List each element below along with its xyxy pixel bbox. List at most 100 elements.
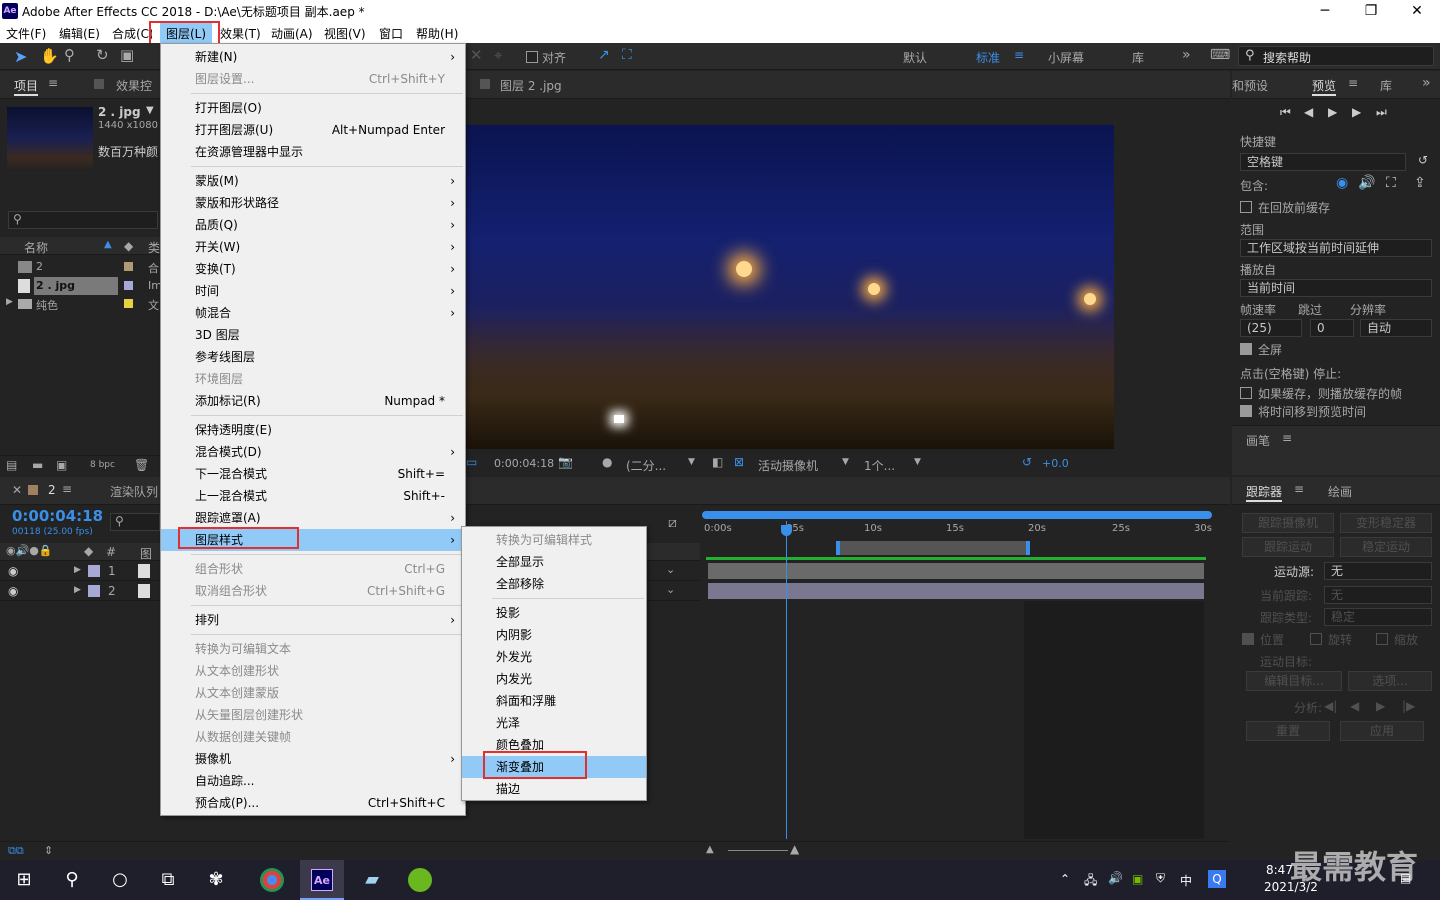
analyze-back-icon[interactable]: ◀|: [1324, 699, 1337, 713]
taskbar-search-icon[interactable]: ⚲: [60, 868, 84, 892]
tab-project[interactable]: 项目: [14, 77, 39, 96]
more-panels-icon[interactable]: »: [1422, 75, 1431, 91]
col-name[interactable]: 名称: [24, 239, 48, 256]
layer-menu-item[interactable]: 添加标记(R) Numpad *: [161, 390, 465, 412]
selection-tool-icon[interactable]: ➤: [14, 47, 27, 66]
play-icon[interactable]: ▶: [1328, 105, 1337, 119]
tab-preview[interactable]: 预览: [1312, 77, 1337, 96]
puppet-tool-icon[interactable]: ✕: [470, 46, 483, 64]
rotate-tool-icon[interactable]: ↻: [96, 46, 109, 64]
layer-style-item[interactable]: 全部显示: [462, 551, 646, 573]
ae-taskbar-button[interactable]: Ae: [300, 860, 344, 900]
minimize-button[interactable]: ─: [1302, 0, 1348, 22]
track-type-dropdown[interactable]: 稳定: [1324, 608, 1432, 626]
apply-button[interactable]: 应用: [1340, 721, 1424, 741]
current-timecode[interactable]: 0:00:04:18: [12, 507, 103, 525]
close-button[interactable]: ✕: [1394, 0, 1440, 22]
visibility-icon[interactable]: ◉: [8, 564, 18, 578]
fps-dropdown[interactable]: (25): [1240, 319, 1302, 337]
channel-icon[interactable]: ●: [602, 455, 612, 469]
layer-menu-item[interactable]: 品质(Q) ›: [161, 214, 465, 236]
warp-stabilizer-button[interactable]: 变形稳定器: [1340, 513, 1432, 533]
reset-exposure-icon[interactable]: ↺: [1022, 455, 1032, 469]
help-search-box[interactable]: ⚲ 搜索帮助: [1238, 46, 1434, 66]
analyze-prev-icon[interactable]: ◀: [1350, 699, 1359, 713]
cortana-icon[interactable]: ○: [108, 868, 132, 892]
layer-menu-item[interactable]: 预合成(P)... Ctrl+Shift+C: [161, 792, 465, 814]
layer-style-item[interactable]: 内阴影: [462, 624, 646, 646]
workspace-small-screen[interactable]: 小屏幕: [1048, 49, 1084, 66]
workspace-default[interactable]: 默认: [903, 49, 927, 66]
menu-composition[interactable]: 合成(C): [112, 25, 152, 42]
zoom-in-icon[interactable]: ▲: [790, 842, 799, 856]
menu-animation[interactable]: 动画(A): [271, 25, 313, 42]
first-frame-icon[interactable]: ⏮: [1280, 105, 1291, 120]
sync-icon[interactable]: ⌨: [1210, 47, 1230, 63]
expand-arrow-icon[interactable]: ▶: [6, 297, 13, 307]
chrome-icon[interactable]: [260, 868, 284, 892]
motion-source-dropdown[interactable]: 无: [1324, 562, 1432, 580]
project-row[interactable]: 2 合: [0, 257, 160, 277]
task-view-icon[interactable]: ⧉: [156, 868, 180, 892]
interpret-footage-icon[interactable]: ▤: [6, 458, 17, 472]
shield-icon[interactable]: ⛨: [1156, 871, 1165, 886]
layer-menu-item[interactable]: 排列 ›: [161, 609, 465, 631]
tab-tracker[interactable]: 跟踪器: [1246, 483, 1283, 502]
menu-edit[interactable]: 编辑(E): [59, 25, 100, 42]
cache-before-checkbox[interactable]: [1240, 201, 1252, 213]
workspace-library[interactable]: 库: [1132, 49, 1144, 66]
track-motion-button[interactable]: 跟踪运动: [1242, 537, 1334, 557]
tab-library[interactable]: 库: [1380, 77, 1392, 94]
timeline-search-input[interactable]: ⚲: [110, 513, 160, 531]
resolution-dropdown[interactable]: 自动: [1360, 319, 1432, 337]
graph-editor-icon[interactable]: ⧄: [668, 515, 677, 531]
layer-duration-bar[interactable]: [708, 583, 1204, 599]
project-row[interactable]: 2 . jpg Im: [0, 277, 162, 295]
export-icon[interactable]: ⇪: [1414, 175, 1426, 191]
parent-chevron-icon[interactable]: ⌄: [666, 563, 675, 576]
layer-style-item[interactable]: 光泽: [462, 712, 646, 734]
windows-start-icon[interactable]: ⊞: [12, 868, 36, 892]
melon-app-icon[interactable]: [408, 868, 432, 892]
range-dropdown[interactable]: 工作区域按当前时间延伸: [1240, 239, 1432, 257]
delete-icon[interactable]: 🗑: [134, 458, 149, 472]
layer-menu-item[interactable]: 在资源管理器中显示: [161, 141, 465, 163]
camera-dropdown[interactable]: 活动摄像机: [758, 457, 818, 474]
playhead-handle[interactable]: [781, 525, 792, 536]
layer-menu-item[interactable]: 新建(N) ›: [161, 46, 465, 68]
tab-effects-presets[interactable]: 和预设: [1232, 77, 1268, 94]
layer-menu-item[interactable]: 跟踪遮罩(A) ›: [161, 507, 465, 529]
workspace-menu-icon[interactable]: ≡: [1014, 48, 1024, 62]
bpc-label[interactable]: 8 bpc: [90, 460, 115, 470]
layer-menu-item[interactable]: 保持透明度(E): [161, 419, 465, 441]
notification-icon[interactable]: ▤: [1400, 871, 1411, 885]
tab-comp[interactable]: 2: [48, 483, 56, 497]
exposure-value[interactable]: +0.0: [1042, 457, 1069, 470]
close-tab-icon[interactable]: ✕: [12, 483, 22, 497]
layer-style-item[interactable]: 全部移除: [462, 573, 646, 595]
ime-indicator[interactable]: 中: [1180, 872, 1192, 889]
menu-file[interactable]: 文件(F): [6, 25, 46, 42]
layer-menu-item[interactable]: 变换(T) ›: [161, 258, 465, 280]
skip-dropdown[interactable]: 0: [1310, 319, 1354, 337]
layer-menu-item[interactable]: 打开图层源(U) Alt+Numpad Enter: [161, 119, 465, 141]
reset-shortcut-icon[interactable]: ↺: [1418, 153, 1428, 167]
layer-menu-item[interactable]: 时间 ›: [161, 280, 465, 302]
tab-paint[interactable]: 画笔: [1246, 432, 1270, 449]
snapshot-icon[interactable]: 📷: [558, 455, 573, 469]
layer-menu-item[interactable]: 自动追踪...: [161, 770, 465, 792]
menu-view[interactable]: 视图(V): [324, 25, 366, 42]
toggle-switches-icon[interactable]: ⇕: [44, 844, 53, 857]
layer-menu-item[interactable]: 蒙版和形状路径 ›: [161, 192, 465, 214]
transparency-grid-icon[interactable]: ⊠: [734, 455, 744, 469]
label-swatch[interactable]: [88, 585, 100, 597]
layer-menu-item[interactable]: 混合模式(D) ›: [161, 441, 465, 463]
play-from-dropdown[interactable]: 当前时间: [1240, 279, 1432, 297]
stabilize-motion-button[interactable]: 稳定运动: [1340, 537, 1432, 557]
preview-menu-icon[interactable]: ≡: [1348, 76, 1358, 90]
reset-button[interactable]: 重置: [1246, 721, 1330, 741]
volume-icon[interactable]: 🔊: [1108, 871, 1123, 885]
timeline-menu-icon[interactable]: ≡: [62, 482, 72, 496]
new-folder-icon[interactable]: ▬: [32, 458, 43, 472]
col-layer-name[interactable]: 图: [140, 545, 152, 562]
